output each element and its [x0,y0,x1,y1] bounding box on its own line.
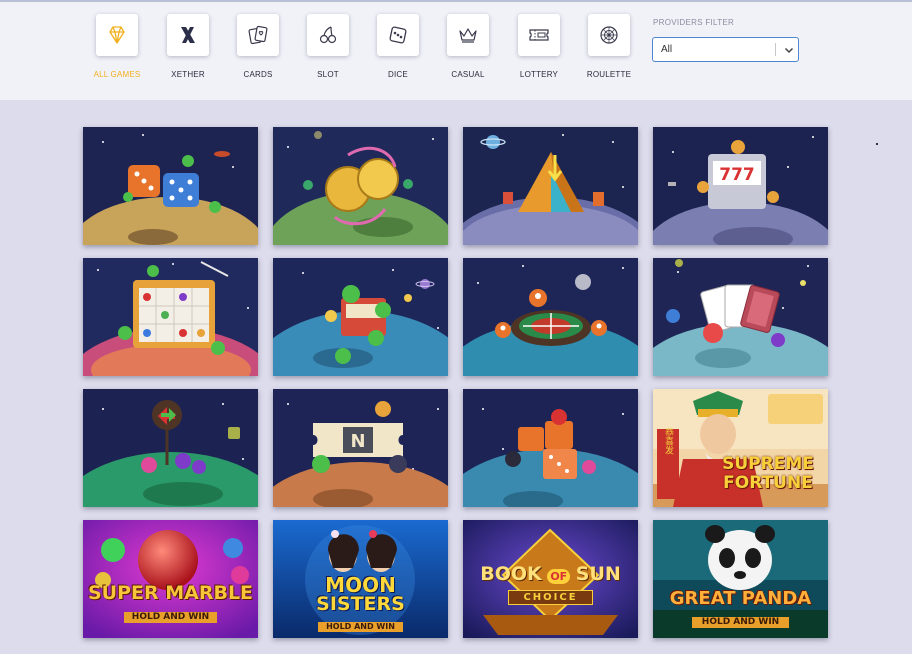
game-tile-fruit-slot[interactable] [83,258,258,376]
category-icon-box [447,14,489,56]
category-lottery[interactable]: LOTTERY [504,14,574,79]
category-roulette[interactable]: ROULETTE [574,14,644,79]
game-title-line2: HOLD AND WIN [691,617,790,628]
ticket-letter: N [350,431,365,452]
category-icon-box [518,14,560,56]
game-title-line3: SUN [575,563,621,585]
fortune-banner-text: 恭喜发 [663,427,674,455]
category-label: XETHER [171,70,205,79]
providers-filter-select[interactable]: All [652,37,799,62]
game-tile-slot-777[interactable]: 777 [653,127,828,245]
game-tile-dice-stack[interactable] [463,389,638,507]
game-title-line2: FORTUNE [723,473,813,493]
providers-filter-value: All [661,44,673,55]
category-label: ALL GAMES [93,70,141,79]
category-label: CARDS [243,70,273,79]
game-tile-super-marble[interactable]: SUPER MARBLE HOLD AND WIN [83,520,258,638]
category-label: ROULETTE [586,70,632,79]
game-title-line4: CHOICE [508,590,593,605]
game-title-line1: GREAT PANDA [669,588,812,609]
category-icon-box [377,14,419,56]
ticket-icon [529,29,549,41]
cursor-dot [876,143,878,145]
cherry-icon [319,26,337,44]
game-title-line2: OF [547,569,571,584]
game-tile-moon-sisters[interactable]: MOON SISTERS HOLD AND WIN [273,520,448,638]
chevron-down-icon[interactable] [783,44,795,56]
game-tile-pyramid[interactable] [463,127,638,245]
category-icon-box [237,14,279,56]
category-all-games[interactable]: ALL GAMES [82,14,152,79]
category-xether[interactable]: XETHER [153,14,223,79]
category-dice[interactable]: DICE [363,14,433,79]
category-icon-box [167,14,209,56]
game-title-line2: SISTERS [316,593,405,615]
cards-icon [248,25,268,45]
game-tile-aliens-machine[interactable] [273,258,448,376]
game-title-line1: BOOK [480,563,542,585]
diamond-icon [109,26,125,44]
category-icon-box [96,14,138,56]
category-cards[interactable]: CARDS [223,14,293,79]
slot-reel-digits: 777 [719,165,755,185]
category-label: SLOT [317,70,339,79]
game-tile-great-panda[interactable]: GREAT PANDA HOLD AND WIN [653,520,828,638]
category-icon-box [307,14,349,56]
providers-filter-title: PROVIDERS FILTER [653,18,735,27]
game-tile-ticket-n[interactable]: N [273,389,448,507]
category-label: CASUAL [451,70,485,79]
category-label: DICE [388,70,408,79]
roulette-icon [600,26,618,44]
game-tile-cards-planet[interactable] [653,258,828,376]
category-casual[interactable]: CASUAL [433,14,503,79]
xether-logo-icon [181,27,195,43]
select-separator [775,43,776,56]
category-slot[interactable]: SLOT [293,14,363,79]
category-label: LOTTERY [519,70,559,79]
game-tile-dice-planet[interactable] [83,127,258,245]
game-title-line1: SUPER MARBLE [87,582,254,604]
game-title-line1: SUPREME [722,454,814,474]
game-tile-coin-flip[interactable] [273,127,448,245]
crown-icon [459,28,477,43]
game-tile-red-green-sign[interactable] [83,389,258,507]
game-tile-book-of-sun[interactable]: BOOK OF SUN CHOICE [463,520,638,638]
game-title-line2: HOLD AND WIN [123,612,218,623]
game-title-line3: HOLD AND WIN [318,622,403,632]
category-icon-box [588,14,630,56]
game-tile-supreme-fortune[interactable]: 恭喜发 SUPREME FORTUNE [653,389,828,507]
dice-icon [389,26,407,44]
game-tile-alien-roulette[interactable] [463,258,638,376]
category-header: ALL GAMES XETHER CARDS SLOT DICE CASUAL … [0,2,912,100]
